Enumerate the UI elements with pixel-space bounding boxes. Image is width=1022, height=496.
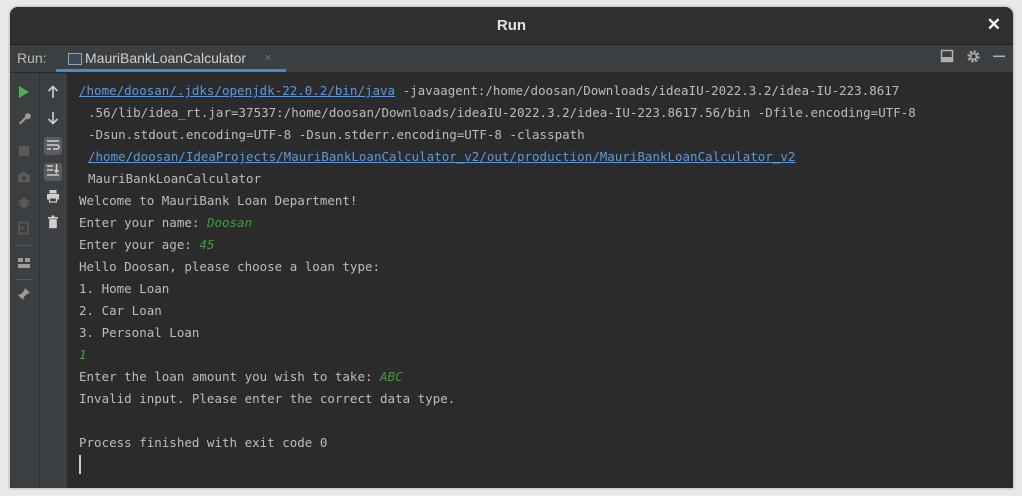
console-line: Process finished with exit code 0: [79, 435, 328, 450]
layout-icon[interactable]: [939, 49, 955, 67]
console-line: Hello Doosan, please choose a loan type:: [79, 259, 381, 274]
arrow-up-icon[interactable]: [44, 85, 62, 103]
console-line: Welcome to MauriBank Loan Department!: [79, 193, 358, 208]
console-line: /home/doosan/IdeaProjects/MauriBankLoanC…: [88, 146, 795, 168]
console-line: /home/doosan/.jdks/openjdk-22.0.2/bin/ja…: [79, 80, 899, 102]
console-line: 2. Car Loan: [79, 303, 162, 318]
soft-wrap-icon[interactable]: [44, 137, 62, 155]
title-bar: Run ✕: [10, 7, 1013, 45]
run-icon[interactable]: [15, 85, 33, 103]
layout-grid-icon[interactable]: [15, 255, 33, 273]
toolbar-actions: [939, 49, 1007, 67]
console-line: Enter your name: Doosan: [79, 212, 252, 234]
wrench-icon[interactable]: [15, 111, 33, 129]
console-icon: [68, 53, 82, 65]
console-line: Enter the loan amount you wish to take: …: [79, 366, 403, 388]
command-text: -javaagent:/home/doosan/Downloads/ideaIU…: [395, 83, 900, 98]
pin-icon[interactable]: [15, 287, 33, 305]
java-path-link[interactable]: /home/doosan/.jdks/openjdk-22.0.2/bin/ja…: [79, 83, 395, 98]
camera-icon: [15, 169, 33, 187]
console-line: Invalid input. Please enter the correct …: [79, 391, 456, 406]
arrow-down-icon[interactable]: [44, 111, 62, 129]
console-output[interactable]: /home/doosan/.jdks/openjdk-22.0.2/bin/ja…: [68, 73, 1013, 488]
window-title: Run: [496, 17, 527, 34]
run-window: Run ✕ Run: MauriBankLoanCalculator × /ho…: [10, 7, 1013, 488]
scroll-to-end-icon[interactable]: [44, 163, 62, 181]
age-prompt: Enter your age:: [79, 237, 200, 252]
tab-label: MauriBankLoanCalculator: [85, 50, 247, 66]
amount-input: ABC: [380, 369, 403, 384]
amount-prompt: Enter the loan amount you wish to take:: [79, 369, 381, 384]
tab-active-indicator: [56, 69, 286, 72]
run-toolbar: Run: MauriBankLoanCalculator ×: [10, 45, 1013, 73]
run-gutter-right: [40, 73, 68, 488]
console-line: 3. Personal Loan: [79, 325, 200, 340]
separator: [15, 279, 33, 280]
choice-input: 1: [79, 347, 87, 362]
text-caret: [79, 455, 81, 474]
run-gutter-left: [10, 73, 40, 488]
bug-icon: [15, 195, 33, 213]
close-icon[interactable]: ✕: [987, 15, 1001, 35]
tab-mauribank-loan-calculator[interactable]: MauriBankLoanCalculator ×: [56, 45, 286, 72]
stop-icon: [15, 143, 33, 161]
console-line: 1: [79, 344, 87, 366]
run-label: Run:: [17, 50, 47, 66]
console-line: -Dsun.stdout.encoding=UTF-8 -Dsun.stderr…: [88, 127, 585, 142]
trash-icon[interactable]: [44, 215, 62, 233]
classpath-link[interactable]: /home/doosan/IdeaProjects/MauriBankLoanC…: [88, 149, 795, 164]
console-line: MauriBankLoanCalculator: [88, 171, 262, 186]
print-icon[interactable]: [44, 189, 62, 207]
gear-icon[interactable]: [965, 49, 981, 67]
console-line: 1. Home Loan: [79, 281, 170, 296]
name-prompt: Enter your name:: [79, 215, 207, 230]
console-line: Enter your age: 45: [79, 234, 214, 256]
exit-icon: [15, 221, 33, 239]
age-input: 45: [199, 237, 215, 252]
tab-close-icon[interactable]: ×: [264, 50, 272, 65]
console-line: .56/lib/idea_rt.jar=37537:/home/doosan/D…: [88, 105, 916, 120]
separator: [15, 245, 33, 246]
minimize-icon[interactable]: [991, 49, 1007, 67]
name-input: Doosan: [206, 215, 253, 230]
